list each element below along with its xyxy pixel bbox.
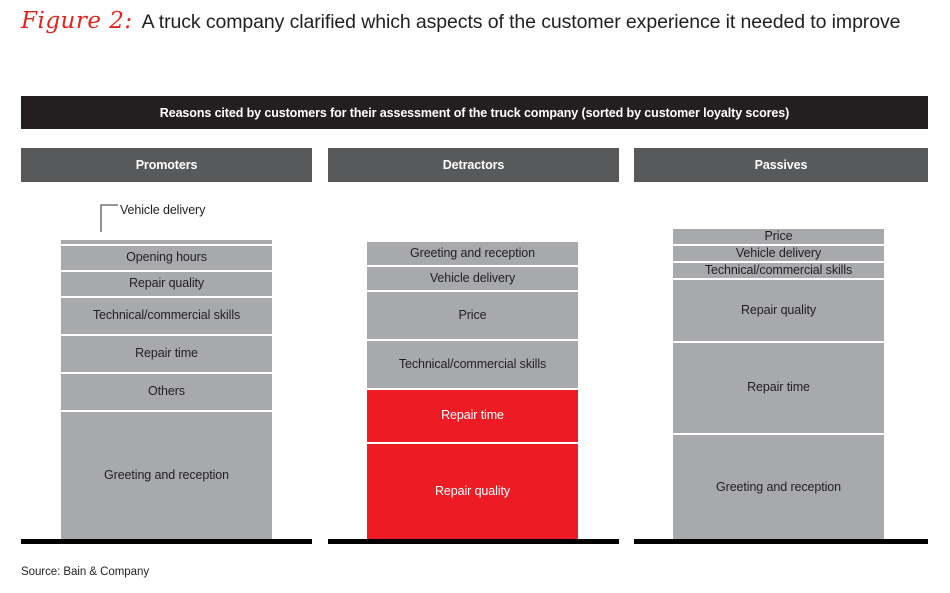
- bar-segment[interactable]: Vehicle delivery: [367, 267, 578, 292]
- bar-segment-label: Greeting and reception: [104, 468, 229, 483]
- bar-segment[interactable]: Technical/commercial skills: [673, 263, 884, 280]
- chart-column-detractors: Greeting and reception Vehicle delivery Pr…: [328, 0, 619, 593]
- bar-segment-label: Greeting and reception: [410, 245, 535, 260]
- bar-segment-label: Repair time: [747, 380, 810, 395]
- bar-segment-label: Price: [458, 307, 487, 322]
- stacked-bar-detractors: Greeting and reception Vehicle delivery Pr…: [367, 242, 578, 540]
- bar-segment-label: Technical/commercial skills: [704, 263, 853, 277]
- bar-segment-label: Vehicle delivery: [735, 246, 822, 260]
- stacked-bar-promoters: Opening hours Repair quality Technical/com…: [61, 240, 272, 540]
- axis-baseline: [634, 539, 928, 544]
- bar-segment-label: Price: [764, 229, 793, 243]
- axis-baseline: [21, 539, 312, 544]
- chart-plot-area: Opening hours Repair quality Technical/com…: [0, 0, 950, 593]
- bar-segment[interactable]: Repair quality: [673, 280, 884, 343]
- bar-segment[interactable]: Repair time: [61, 336, 272, 374]
- bar-segment-label: Others: [148, 384, 185, 399]
- bar-segment[interactable]: Technical/commercial skills: [367, 341, 578, 390]
- callout-vehicle-delivery-label: Vehicle delivery: [120, 203, 206, 217]
- bar-segment[interactable]: Greeting and reception: [61, 412, 272, 540]
- bar-segment[interactable]: Repair time: [673, 343, 884, 435]
- bar-segment[interactable]: Opening hours: [61, 246, 272, 272]
- bar-segment[interactable]: Vehicle delivery: [673, 246, 884, 263]
- bar-segment-label: Repair quality: [740, 302, 817, 317]
- bar-segment[interactable]: Greeting and reception: [367, 242, 578, 267]
- bar-segment-label: Vehicle delivery: [429, 270, 516, 285]
- bar-segment[interactable]: Price: [367, 292, 578, 341]
- bar-segment[interactable]: Others: [61, 374, 272, 412]
- bar-segment[interactable]: Repair time: [367, 390, 578, 444]
- bar-segment-label: Technical/commercial skills: [398, 356, 547, 371]
- bar-segment-label: Repair quality: [128, 276, 205, 291]
- bar-segment[interactable]: Repair quality: [367, 444, 578, 540]
- bar-segment-label: Opening hours: [126, 250, 207, 265]
- chart-column-passives: Price Vehicle delivery Technical/commercia…: [634, 0, 928, 593]
- callout-vehicle-delivery: Vehicle delivery: [100, 203, 290, 235]
- source-note: Source: Bain & Company: [21, 566, 150, 578]
- bar-segment[interactable]: Price: [673, 229, 884, 246]
- bar-segment[interactable]: Technical/commercial skills: [61, 298, 272, 336]
- stacked-bar-passives: Price Vehicle delivery Technical/commercia…: [673, 229, 884, 540]
- bar-segment-label: Greeting and reception: [716, 479, 841, 494]
- bar-segment-label: Repair time: [441, 408, 504, 423]
- chart-column-promoters: Opening hours Repair quality Technical/com…: [21, 0, 312, 593]
- bar-segment[interactable]: Repair quality: [61, 272, 272, 298]
- bar-segment-label: Repair quality: [434, 484, 511, 499]
- bar-segment-label: Technical/commercial skills: [92, 308, 241, 323]
- axis-baseline: [328, 539, 619, 544]
- bar-segment-label: Repair time: [135, 346, 198, 361]
- bar-segment[interactable]: Greeting and reception: [673, 435, 884, 540]
